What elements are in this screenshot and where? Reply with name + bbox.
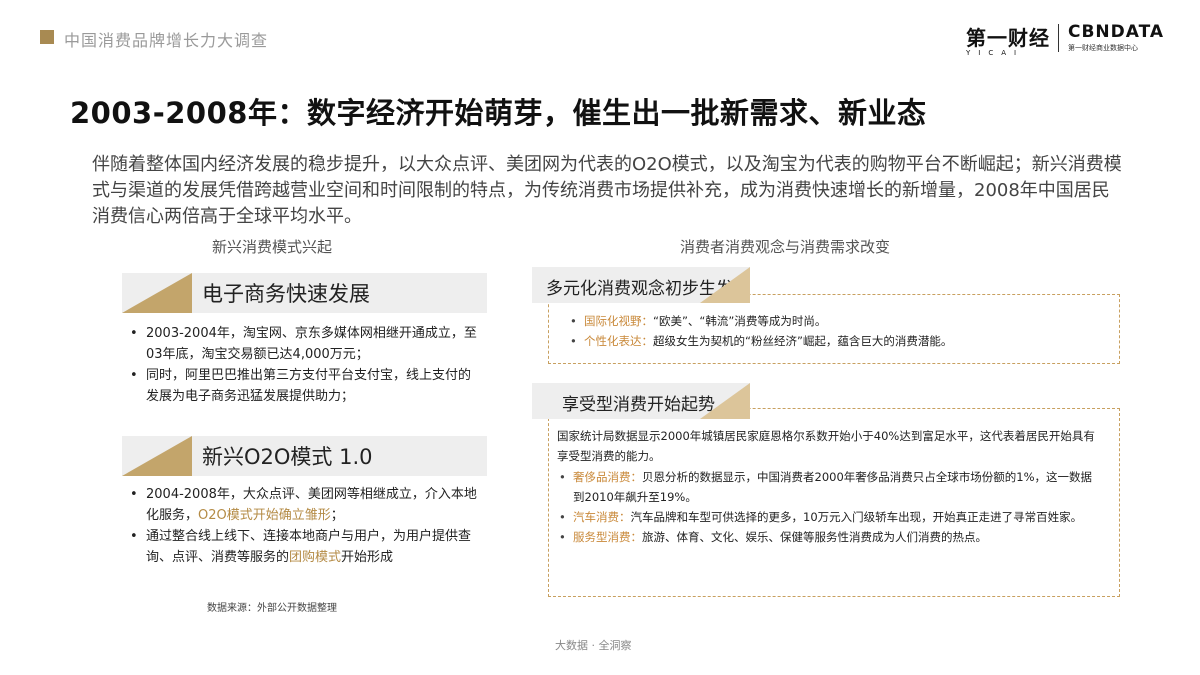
yicai-logo-cn: 第一财经	[966, 26, 1050, 50]
page-title: 2003-2008年：数字经济开始萌芽，催生出一批新需求、新业态	[70, 96, 927, 130]
item-text: 超级女生为契机的“粉丝经济”崛起，蕴含巨大的消费潜能。	[653, 334, 953, 348]
list-item: 个性化表达：超级女生为契机的“粉丝经济”崛起，蕴含巨大的消费潜能。	[568, 331, 1108, 351]
cbndata-logo: CBNDATA 第一财经商业数据中心	[1068, 22, 1168, 53]
list-item: 2003-2004年，淘宝网、京东多媒体网相继开通成立，至03年底，淘宝交易额已…	[128, 323, 483, 365]
cbndata-logo-subtitle: 第一财经商业数据中心	[1068, 44, 1138, 52]
left-column-heading: 新兴消费模式兴起	[212, 238, 333, 256]
item-text: “欧美”、“韩流”消费等成为时尚。	[653, 314, 827, 328]
list-item: 服务型消费：旅游、体育、文化、娱乐、保健等服务性消费成为人们消费的热点。	[557, 527, 1099, 547]
enjoyment-tab: 享受型消费开始起势	[532, 383, 750, 419]
diversified-list: 国际化视野：“欧美”、“韩流”消费等成为时尚。 个性化表达：超级女生为契机的“粉…	[568, 311, 1108, 351]
highlight-text: 团购模式	[289, 550, 342, 565]
enjoyment-list: 奢侈品消费：贝恩分析的数据显示，中国消费者2000年奢侈品消费只占全球市场份额的…	[557, 467, 1099, 547]
intro-paragraph: 伴随着整体国内经济发展的稳步提升，以大众点评、美团网为代表的O2O模式，以及淘宝…	[92, 154, 1122, 227]
right-column-heading: 消费者消费观念与消费需求改变	[680, 238, 891, 256]
item-text: 汽车品牌和车型可供选择的更多，10万元入门级轿车出现，开始真正走进了寻常百姓家。	[630, 510, 1083, 524]
enjoyment-paragraph: 国家统计局数据显示2000年城镇居民家庭恩格尔系数开始小于40%达到富足水平，这…	[557, 429, 1095, 463]
list-item-text: ；	[330, 508, 344, 523]
list-item: 2004-2008年，大众点评、美团网等相继成立，介入本地化服务，O2O模式开始…	[128, 484, 483, 526]
highlight-text: O2O模式开始确立雏形	[198, 508, 331, 523]
item-label: 服务型消费：	[573, 530, 642, 544]
ecommerce-title: 电子商务快速发展	[202, 282, 370, 306]
list-item-text: 开始形成	[341, 550, 394, 565]
o2o-list: 2004-2008年，大众点评、美团网等相继成立，介入本地化服务，O2O模式开始…	[128, 484, 483, 568]
item-label: 奢侈品消费：	[573, 470, 642, 484]
logo-divider	[1058, 24, 1059, 52]
ecommerce-banner: 电子商务快速发展	[122, 273, 487, 313]
o2o-title: 新兴O2O模式 1.0	[202, 445, 373, 469]
enjoyment-title: 享受型消费开始起势	[562, 395, 715, 415]
banner-wedge	[122, 436, 192, 476]
list-item: 奢侈品消费：贝恩分析的数据显示，中国消费者2000年奢侈品消费只占全球市场份额的…	[557, 467, 1099, 507]
item-text: 旅游、体育、文化、娱乐、保健等服务性消费成为人们消费的热点。	[642, 530, 987, 544]
item-text: 贝恩分析的数据显示，中国消费者2000年奢侈品消费只占全球市场份额的1%，这一数…	[573, 470, 1093, 504]
brand-square-icon	[40, 30, 54, 44]
ecommerce-list: 2003-2004年，淘宝网、京东多媒体网相继开通成立，至03年底，淘宝交易额已…	[128, 323, 483, 407]
o2o-banner: 新兴O2O模式 1.0	[122, 436, 487, 476]
list-item: 通过整合线上线下、连接本地商户与用户，为用户提供查询、点评、消费等服务的团购模式…	[128, 526, 483, 568]
list-item: 汽车消费：汽车品牌和车型可供选择的更多，10万元入门级轿车出现，开始真正走进了寻…	[557, 507, 1099, 527]
diversified-tab: 多元化消费观念初步生发	[532, 267, 750, 303]
diversified-title: 多元化消费观念初步生发	[546, 279, 733, 299]
list-item: 国际化视野：“欧美”、“韩流”消费等成为时尚。	[568, 311, 1108, 331]
item-label: 汽车消费：	[573, 510, 631, 524]
data-source: 数据来源：外部公开数据整理	[207, 603, 337, 614]
item-label: 国际化视野：	[584, 314, 653, 328]
yicai-logo: 第一财经 YICAI	[966, 22, 1052, 58]
banner-wedge	[122, 273, 192, 313]
footer-slogan: 大数据 · 全洞察	[555, 639, 632, 652]
report-name: 中国消费品牌增长力大调查	[64, 31, 269, 50]
list-item: 同时，阿里巴巴推出第三方支付平台支付宝，线上支付的发展为电子商务迅猛发展提供助力…	[128, 365, 483, 407]
item-label: 个性化表达：	[584, 334, 653, 348]
cbndata-logo-text: CBNDATA	[1068, 22, 1165, 42]
